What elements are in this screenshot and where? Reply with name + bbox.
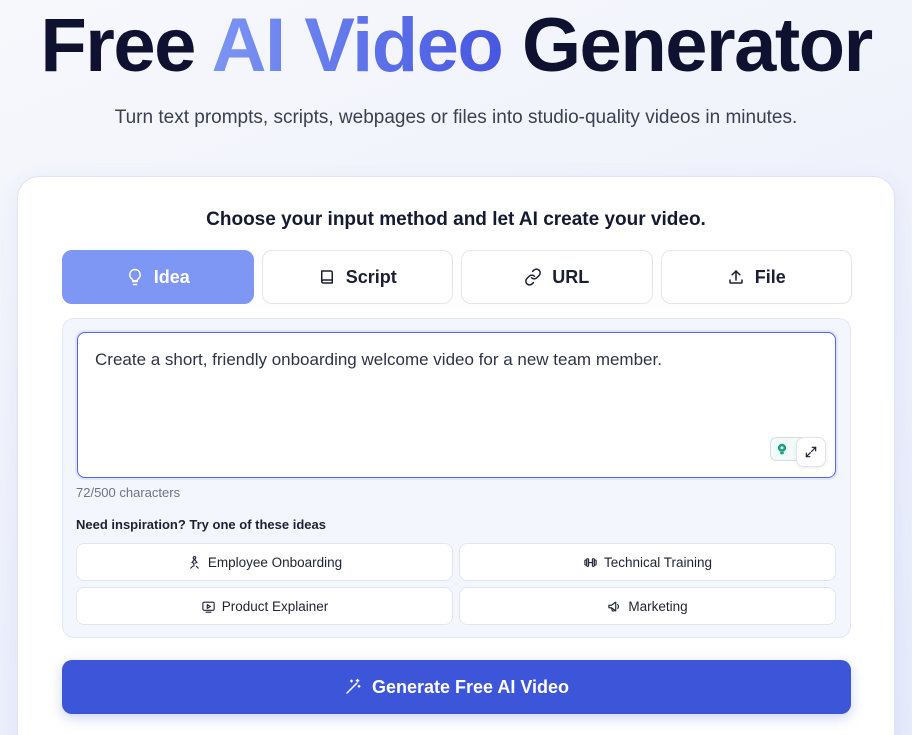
hero-title-accent: AI Video bbox=[211, 3, 504, 88]
hero-title: Free AI Video Generator bbox=[0, 6, 912, 86]
idea-technical-training[interactable]: Technical Training bbox=[459, 543, 836, 581]
video-play-icon bbox=[202, 601, 215, 613]
expand-icon bbox=[805, 446, 817, 458]
tab-idea[interactable]: Idea bbox=[62, 250, 254, 304]
idea-label: Employee Onboarding bbox=[207, 554, 343, 570]
prompt-textarea[interactable]: Create a short, friendly onboarding welc… bbox=[77, 332, 836, 478]
idea-panel: Create a short, friendly onboarding welc… bbox=[62, 318, 851, 638]
idea-employee-onboarding[interactable]: Employee Onboarding bbox=[76, 543, 453, 581]
book-icon bbox=[320, 270, 333, 284]
tab-file[interactable]: File bbox=[660, 250, 852, 304]
generator-card: Choose your input method and let AI crea… bbox=[17, 176, 895, 735]
tab-script[interactable]: Script bbox=[261, 250, 453, 304]
tab-url-label: URL bbox=[552, 266, 590, 287]
upload-icon bbox=[728, 270, 743, 284]
idea-suggestions: Employee Onboarding Technical Training P… bbox=[76, 543, 837, 625]
expand-button[interactable] bbox=[796, 437, 826, 467]
idea-product-explainer[interactable]: Product Explainer bbox=[76, 587, 453, 625]
character-count: 72/500 characters bbox=[76, 485, 181, 500]
bulb-badge-icon bbox=[777, 443, 787, 455]
tab-script-label: Script bbox=[345, 266, 397, 287]
generate-button-label: Generate Free AI Video bbox=[371, 676, 570, 697]
hero-title-part2: Generator bbox=[502, 3, 873, 88]
tab-url[interactable]: URL bbox=[461, 250, 653, 304]
prompt-text[interactable]: Create a short, friendly onboarding welc… bbox=[95, 349, 795, 371]
magic-wand-icon bbox=[346, 678, 361, 694]
link-icon bbox=[525, 268, 542, 286]
dumbbell-icon bbox=[584, 557, 597, 567]
tab-idea-label: Idea bbox=[153, 266, 190, 287]
lightbulb-icon bbox=[128, 268, 141, 286]
generate-video-button[interactable]: Generate Free AI Video bbox=[62, 660, 851, 714]
tab-file-label: File bbox=[754, 266, 786, 287]
card-heading: Choose your input method and let AI crea… bbox=[206, 209, 706, 230]
idea-marketing[interactable]: Marketing bbox=[459, 587, 836, 625]
hero-subtitle: Turn text prompts, scripts, webpages or … bbox=[114, 107, 798, 128]
input-method-tabs: Idea Script URL File bbox=[62, 250, 852, 304]
hero-title-part1: Free bbox=[40, 3, 212, 88]
inspiration-label: Need inspiration? Try one of these ideas bbox=[76, 517, 326, 532]
idea-label: Technical Training bbox=[603, 554, 713, 570]
idea-label: Marketing bbox=[628, 598, 688, 614]
idea-label: Product Explainer bbox=[221, 598, 329, 614]
person-rocket-icon bbox=[190, 555, 199, 569]
megaphone-icon bbox=[608, 601, 620, 611]
